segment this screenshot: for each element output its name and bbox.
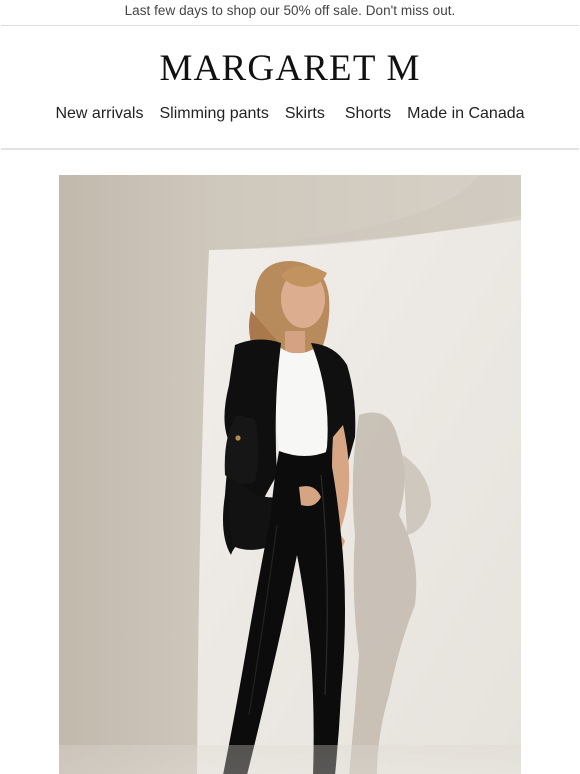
divider	[1, 148, 579, 150]
announcement-bar[interactable]: Last few days to shop our 50% off sale. …	[0, 0, 580, 25]
brand-logo-text: MARGARET M	[159, 47, 421, 89]
brand-logo[interactable]: MARGARET M	[0, 47, 580, 89]
hero-image[interactable]	[59, 175, 521, 774]
email-page: Last few days to shop our 50% off sale. …	[0, 0, 580, 774]
nav-item-made-in-canada[interactable]: Made in Canada	[407, 105, 524, 123]
nav-item-skirts[interactable]: Skirts	[285, 105, 325, 123]
product-photo-icon	[59, 175, 521, 774]
nav-item-shorts[interactable]: Shorts	[345, 105, 391, 123]
nav-item-slimming-pants[interactable]: Slimming pants	[159, 105, 268, 123]
announcement-text: Last few days to shop our 50% off sale. …	[124, 3, 456, 18]
main-nav: New arrivals Slimming pants Skirts Short…	[0, 99, 580, 129]
divider	[1, 25, 579, 26]
nav-item-new-arrivals[interactable]: New arrivals	[55, 105, 143, 123]
